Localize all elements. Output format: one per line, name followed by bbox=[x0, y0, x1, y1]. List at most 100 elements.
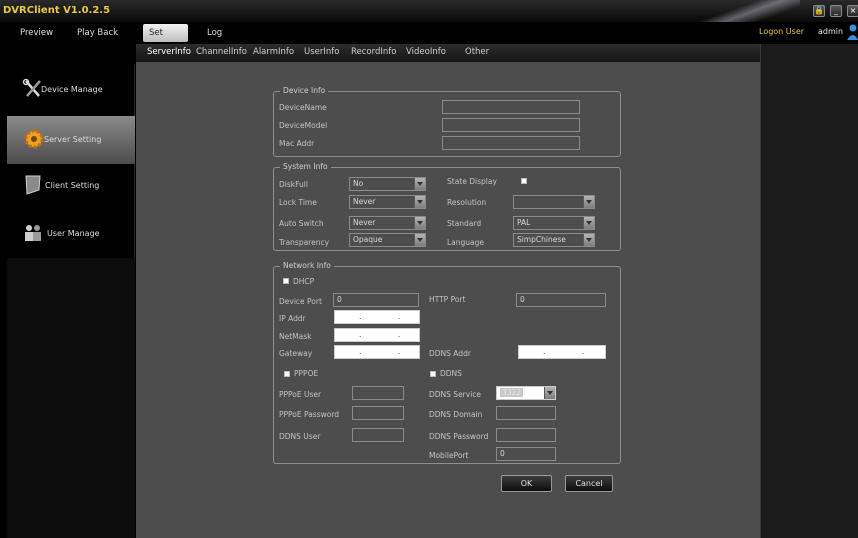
ddns-user-field[interactable] bbox=[352, 428, 404, 442]
user-icon bbox=[847, 24, 858, 40]
app-title: DVRClient V1.0.2.5 bbox=[3, 5, 111, 16]
pppoe-user-field[interactable] bbox=[352, 386, 404, 400]
pppoe-checkbox[interactable] bbox=[284, 371, 290, 377]
ddns-password-label: DDNS Password bbox=[429, 432, 489, 441]
netmask-label: NetMask bbox=[279, 332, 312, 341]
resolution-label: Resolution bbox=[447, 198, 487, 207]
netmask-field[interactable]: . . . bbox=[334, 328, 420, 342]
pppoe-label: PPPOE bbox=[294, 369, 319, 378]
ddns-label: DDNS bbox=[440, 369, 462, 378]
auto-switch-select[interactable]: Never bbox=[349, 216, 426, 230]
tab-channelinfo[interactable]: ChannelInfo bbox=[196, 47, 247, 57]
tab-userinfo[interactable]: UserInfo bbox=[304, 47, 339, 57]
minimize-button[interactable]: _ bbox=[830, 5, 842, 17]
state-display-label: State Display bbox=[447, 177, 497, 186]
chevron-down-icon bbox=[583, 217, 594, 229]
lock-icon[interactable]: 🔒 bbox=[813, 5, 825, 17]
mac-addr-field[interactable] bbox=[442, 136, 580, 150]
diskfull-select[interactable]: No bbox=[349, 177, 426, 191]
ddns-password-field[interactable] bbox=[496, 428, 556, 442]
sidebar-item-label: Client Setting bbox=[45, 181, 100, 190]
state-display-checkbox[interactable] bbox=[521, 178, 527, 184]
sidebar-item-client-setting[interactable]: Client Setting bbox=[7, 162, 135, 210]
transparency-select[interactable]: Opaque bbox=[349, 233, 426, 247]
language-select[interactable]: SimpChinese bbox=[513, 233, 595, 247]
close-button[interactable]: × bbox=[847, 5, 858, 17]
tab-other[interactable]: Other bbox=[465, 47, 489, 57]
chevron-down-icon bbox=[544, 387, 555, 399]
ip-addr-field[interactable]: . . . bbox=[334, 310, 420, 324]
device-name-label: DeviceName bbox=[279, 103, 327, 112]
lock-time-value: Never bbox=[353, 197, 376, 206]
language-value: SimpChinese bbox=[517, 235, 566, 244]
chevron-down-icon bbox=[583, 234, 594, 246]
dhcp-label: DHCP bbox=[293, 277, 315, 286]
mobile-port-field[interactable]: 0 bbox=[496, 447, 556, 461]
device-model-field[interactable] bbox=[442, 118, 580, 132]
right-panel bbox=[760, 44, 858, 538]
resolution-select[interactable] bbox=[513, 195, 595, 209]
lock-time-select[interactable]: Never bbox=[349, 195, 426, 209]
tab-videoinfo[interactable]: VideoInfo bbox=[406, 47, 446, 57]
chevron-down-icon bbox=[414, 196, 425, 208]
auto-switch-label: Auto Switch bbox=[279, 219, 324, 228]
diskfull-value: No bbox=[353, 179, 364, 188]
menu-bar bbox=[0, 22, 858, 44]
logon-user-name: admin bbox=[818, 27, 844, 36]
mac-addr-label: Mac Addr bbox=[279, 139, 315, 148]
ip-addr-label: IP Addr bbox=[279, 314, 306, 323]
gear-icon bbox=[24, 129, 44, 149]
device-info-title: Device Info bbox=[280, 86, 329, 95]
auto-switch-value: Never bbox=[353, 218, 376, 227]
menu-set[interactable]: Set bbox=[143, 24, 188, 42]
sidebar-item-label: Server Setting bbox=[44, 135, 102, 144]
network-info-title: Network Info bbox=[280, 261, 334, 270]
device-port-field[interactable]: 0 bbox=[333, 293, 419, 307]
pppoe-password-label: PPPoE Password bbox=[279, 410, 340, 419]
ddns-service-value: 3322 bbox=[500, 388, 524, 397]
standard-select[interactable]: PAL bbox=[513, 216, 595, 230]
http-port-label: HTTP Port bbox=[429, 295, 466, 304]
gateway-label: Gateway bbox=[279, 349, 313, 358]
sidebar-item-device-manage[interactable]: Device Manage bbox=[7, 66, 135, 114]
tab-serverinfo[interactable]: ServerInfo bbox=[147, 47, 191, 57]
chevron-down-icon bbox=[414, 217, 425, 229]
ddns-addr-label: DDNS Addr bbox=[429, 349, 471, 358]
ddns-addr-field[interactable]: . . . bbox=[518, 345, 606, 359]
gateway-field[interactable]: . . . bbox=[334, 345, 420, 359]
monitor-icon bbox=[25, 175, 41, 195]
ok-button[interactable]: OK bbox=[501, 475, 552, 492]
mobile-port-label: MobilePort bbox=[429, 451, 469, 460]
sidebar-item-user-manage[interactable]: User Manage bbox=[7, 210, 135, 258]
system-info-title: System Info bbox=[280, 162, 331, 171]
sidebar-item-label: Device Manage bbox=[41, 85, 103, 94]
menu-playback[interactable]: Play Back bbox=[77, 25, 118, 41]
cancel-button[interactable]: Cancel bbox=[565, 475, 613, 492]
sidebar-item-server-setting[interactable]: Server Setting bbox=[7, 116, 135, 164]
chevron-down-icon bbox=[414, 178, 425, 190]
logon-user-label: Logon User bbox=[759, 27, 805, 36]
device-name-field[interactable] bbox=[442, 100, 580, 114]
menu-log[interactable]: Log bbox=[207, 25, 222, 41]
http-port-field[interactable]: 0 bbox=[516, 293, 606, 307]
ddns-domain-field[interactable] bbox=[496, 406, 556, 420]
transparency-value: Opaque bbox=[353, 235, 383, 244]
users-icon bbox=[25, 225, 41, 241]
tab-recordinfo[interactable]: RecordInfo bbox=[351, 47, 396, 57]
ddns-checkbox[interactable] bbox=[430, 371, 436, 377]
title-swoosh-decoration bbox=[690, 0, 800, 22]
device-model-label: DeviceModel bbox=[279, 121, 328, 130]
menu-preview[interactable]: Preview bbox=[20, 25, 53, 41]
diskfull-label: DiskFull bbox=[279, 180, 308, 189]
ddns-domain-label: DDNS Domain bbox=[429, 410, 483, 419]
sidebar-item-label: User Manage bbox=[47, 229, 100, 238]
transparency-label: Transparency bbox=[279, 238, 330, 247]
standard-value: PAL bbox=[517, 218, 531, 227]
tab-alarminfo[interactable]: AlarmInfo bbox=[253, 47, 294, 57]
dhcp-checkbox[interactable] bbox=[283, 278, 289, 284]
pppoe-user-label: PPPoE User bbox=[279, 390, 322, 399]
standard-label: Standard bbox=[447, 219, 482, 228]
ddns-user-label: DDNS User bbox=[279, 432, 321, 441]
ddns-service-select[interactable]: 3322 bbox=[496, 386, 556, 400]
pppoe-password-field[interactable] bbox=[352, 406, 404, 420]
